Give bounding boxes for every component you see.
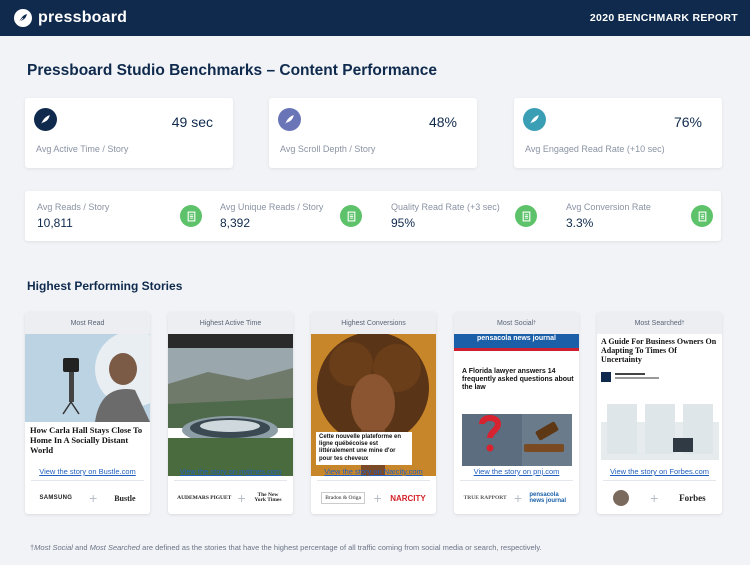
divider — [317, 480, 430, 481]
metric-value: 49 sec — [171, 114, 213, 130]
brand-name: pressboard — [38, 9, 128, 26]
publisher-logo: Forbes — [679, 493, 706, 503]
card-category: Highest Conversions — [311, 312, 436, 334]
metric-value: 48% — [428, 114, 457, 130]
sponsor-logos: SAMSUNG + Bustle — [25, 484, 150, 512]
story-headline: Cette nouvelle plateforme en ligne québé… — [316, 432, 412, 465]
metric-card-scroll-depth: 48% Avg Scroll Depth / Story — [269, 98, 477, 168]
masthead: pensacola news journal — [477, 335, 556, 342]
card-category: Most Social † — [454, 312, 579, 334]
feather-icon — [34, 108, 57, 131]
plus-icon: + — [373, 490, 382, 506]
story-link[interactable]: View the story on pnj.com — [454, 467, 579, 476]
stat-avg-unique-reads: Avg Unique Reads / Story 8,392 — [220, 191, 390, 241]
report-title: 2020 BENCHMARK REPORT — [589, 12, 738, 24]
card-category: Most Read — [25, 312, 150, 334]
stat-label: Quality Read Rate (+3 sec) — [391, 202, 500, 212]
story-link[interactable]: View the story on Bustle.com — [25, 467, 150, 476]
sponsor-logos: AUDEMARS PIGUET + The New York Times — [168, 484, 293, 512]
feather-icon — [523, 108, 546, 131]
document-icon — [340, 205, 362, 227]
story-link[interactable]: View the story on Forbes.com — [597, 467, 722, 476]
stat-quality-read-rate: Quality Read Rate (+3 sec) 95% — [391, 191, 561, 241]
stat-conversion-rate: Avg Conversion Rate 3.3% — [566, 191, 716, 241]
story-card-most-searched: Most Searched † A Guide For Business Owne… — [597, 312, 722, 514]
story-image[interactable]: A Guide For Business Owners On Adapting … — [597, 334, 722, 476]
brand-avatar — [613, 490, 630, 506]
publisher-logo: NARCITY — [390, 493, 426, 503]
metric-card-active-time: 49 sec Avg Active Time / Story — [25, 98, 233, 168]
publisher-logo: pensacola news journal — [529, 492, 567, 504]
section-title: Highest Performing Stories — [27, 279, 183, 293]
sponsor-logos: + Forbes — [597, 484, 722, 512]
plus-icon: + — [650, 490, 659, 506]
metric-value: 76% — [673, 114, 702, 130]
card-category: Highest Active Time — [168, 312, 293, 334]
stat-value: 95% — [391, 216, 416, 230]
page-title: Pressboard Studio Benchmarks – Content P… — [27, 62, 438, 79]
sponsor-logos: TRUE RAPPORT + pensacola news journal — [454, 484, 579, 512]
feather-logo-icon — [14, 9, 32, 27]
story-image[interactable]: How Carla Hall Stays Close To Home In A … — [25, 334, 150, 476]
stat-label: Avg Reads / Story — [37, 202, 110, 212]
card-category: Most Searched † — [597, 312, 722, 334]
story-headline: A Florida lawyer answers 14 frequently a… — [462, 368, 574, 392]
story-card-most-social: Most Social † pensacola news journal A Fl… — [454, 312, 579, 514]
stat-avg-reads: Avg Reads / Story 10,811 — [37, 191, 207, 241]
story-card-most-read: Most Read How Carla Hall Stays Close To … — [25, 312, 150, 514]
story-headline: A Guide For Business Owners On Adapting … — [601, 337, 717, 364]
sponsor-logos: Bradon & Origa + NARCITY — [311, 484, 436, 512]
story-image[interactable] — [168, 334, 293, 476]
brand-logo: Bradon & Origa — [321, 492, 365, 504]
metric-label: Avg Engaged Read Rate (+10 sec) — [525, 144, 665, 154]
feather-icon — [278, 108, 301, 131]
divider — [460, 480, 573, 481]
divider — [174, 480, 287, 481]
publisher-logo: Bustle — [114, 493, 136, 503]
stat-value: 3.3% — [566, 216, 594, 230]
metrics-row: Avg Reads / Story 10,811 Avg Unique Read… — [25, 191, 721, 241]
story-image[interactable]: pensacola news journal A Florida lawyer … — [454, 334, 579, 476]
brand[interactable]: pressboard — [14, 9, 127, 27]
stat-value: 8,392 — [220, 216, 251, 230]
story-image[interactable]: Cette nouvelle plateforme en ligne québé… — [311, 334, 436, 476]
metric-label: Avg Active Time / Story — [36, 144, 129, 154]
stat-value: 10,811 — [37, 216, 73, 230]
story-headline: How Carla Hall Stays Close To Home In A … — [30, 425, 143, 455]
story-card-highest-active-time: Highest Active Time View the story on ny… — [168, 312, 293, 514]
stat-label: Avg Conversion Rate — [566, 202, 651, 212]
story-link[interactable]: View the story on Narcity.com — [311, 467, 436, 476]
plus-icon: + — [513, 490, 523, 506]
brand-logo: SAMSUNG — [39, 495, 73, 501]
divider — [603, 480, 716, 481]
plus-icon: + — [237, 490, 246, 506]
stat-label: Avg Unique Reads / Story — [220, 202, 324, 212]
brand-logo: AUDEMARS PIGUET — [177, 495, 232, 501]
metric-card-engaged-read-rate: 76% Avg Engaged Read Rate (+10 sec) — [514, 98, 722, 168]
story-link[interactable]: View the story on nytimes.com — [168, 467, 293, 476]
footnote: †Most Social and Most Searched are defin… — [30, 543, 542, 552]
top-bar: pressboard 2020 BENCHMARK REPORT — [0, 0, 750, 36]
brand-logo: TRUE RAPPORT — [463, 495, 507, 501]
story-card-highest-conversions: Highest Conversions Cette nouvelle plate… — [311, 312, 436, 514]
metric-label: Avg Scroll Depth / Story — [280, 144, 376, 154]
divider — [31, 480, 144, 481]
document-icon — [691, 205, 713, 227]
publisher-logo: The New York Times — [254, 491, 282, 503]
plus-icon: + — [89, 490, 98, 506]
document-icon — [515, 205, 537, 227]
document-icon — [180, 205, 202, 227]
